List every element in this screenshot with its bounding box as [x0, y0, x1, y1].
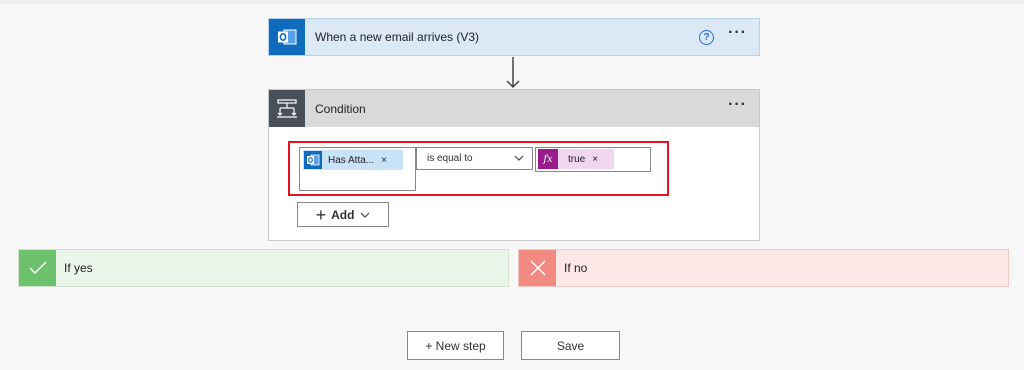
operator-select[interactable]: is equal to — [416, 147, 533, 170]
condition-header[interactable]: Condition ··· — [269, 90, 759, 127]
chevron-down-icon — [514, 155, 524, 161]
new-step-button[interactable]: + New step — [407, 331, 504, 360]
condition-more-icon[interactable]: ··· — [728, 96, 747, 117]
remove-token-icon[interactable]: × — [592, 154, 598, 165]
operator-value: is equal to — [427, 153, 473, 164]
plus-icon: + — [315, 204, 327, 225]
if-yes-branch[interactable]: If yes — [18, 249, 509, 287]
expression-token[interactable]: fx true × — [538, 149, 614, 169]
top-divider — [0, 0, 1024, 4]
save-button[interactable]: Save — [521, 331, 620, 360]
add-button-label: Add — [331, 207, 355, 222]
close-icon — [519, 250, 556, 286]
chevron-down-icon — [360, 212, 370, 218]
condition-title: Condition — [315, 101, 366, 116]
condition-card: Condition ··· Has Atta... × is equal to … — [268, 89, 760, 241]
if-yes-label: If yes — [64, 261, 93, 275]
condition-right-field[interactable]: fx true × — [535, 147, 651, 172]
trigger-more-icon[interactable]: ··· — [728, 25, 747, 45]
fx-icon: fx — [538, 149, 558, 169]
trigger-title: When a new email arrives (V3) — [315, 30, 480, 44]
token-label: Has Atta... — [328, 154, 375, 166]
condition-icon — [269, 90, 305, 127]
checkmark-icon — [19, 250, 56, 286]
token-label: true — [568, 153, 586, 165]
if-no-label: If no — [564, 261, 588, 275]
add-button[interactable]: + Add — [297, 202, 389, 227]
outlook-token-icon — [304, 151, 322, 169]
outlook-icon — [269, 19, 305, 55]
down-arrow-icon — [506, 57, 520, 89]
remove-token-icon[interactable]: × — [381, 155, 387, 166]
if-no-branch[interactable]: If no — [518, 249, 1009, 287]
dynamic-content-token[interactable]: Has Atta... × — [303, 150, 403, 170]
condition-left-field[interactable]: Has Atta... × — [299, 147, 416, 191]
trigger-card[interactable]: When a new email arrives (V3) ? ··· — [268, 18, 760, 56]
help-icon[interactable]: ? — [699, 29, 715, 45]
